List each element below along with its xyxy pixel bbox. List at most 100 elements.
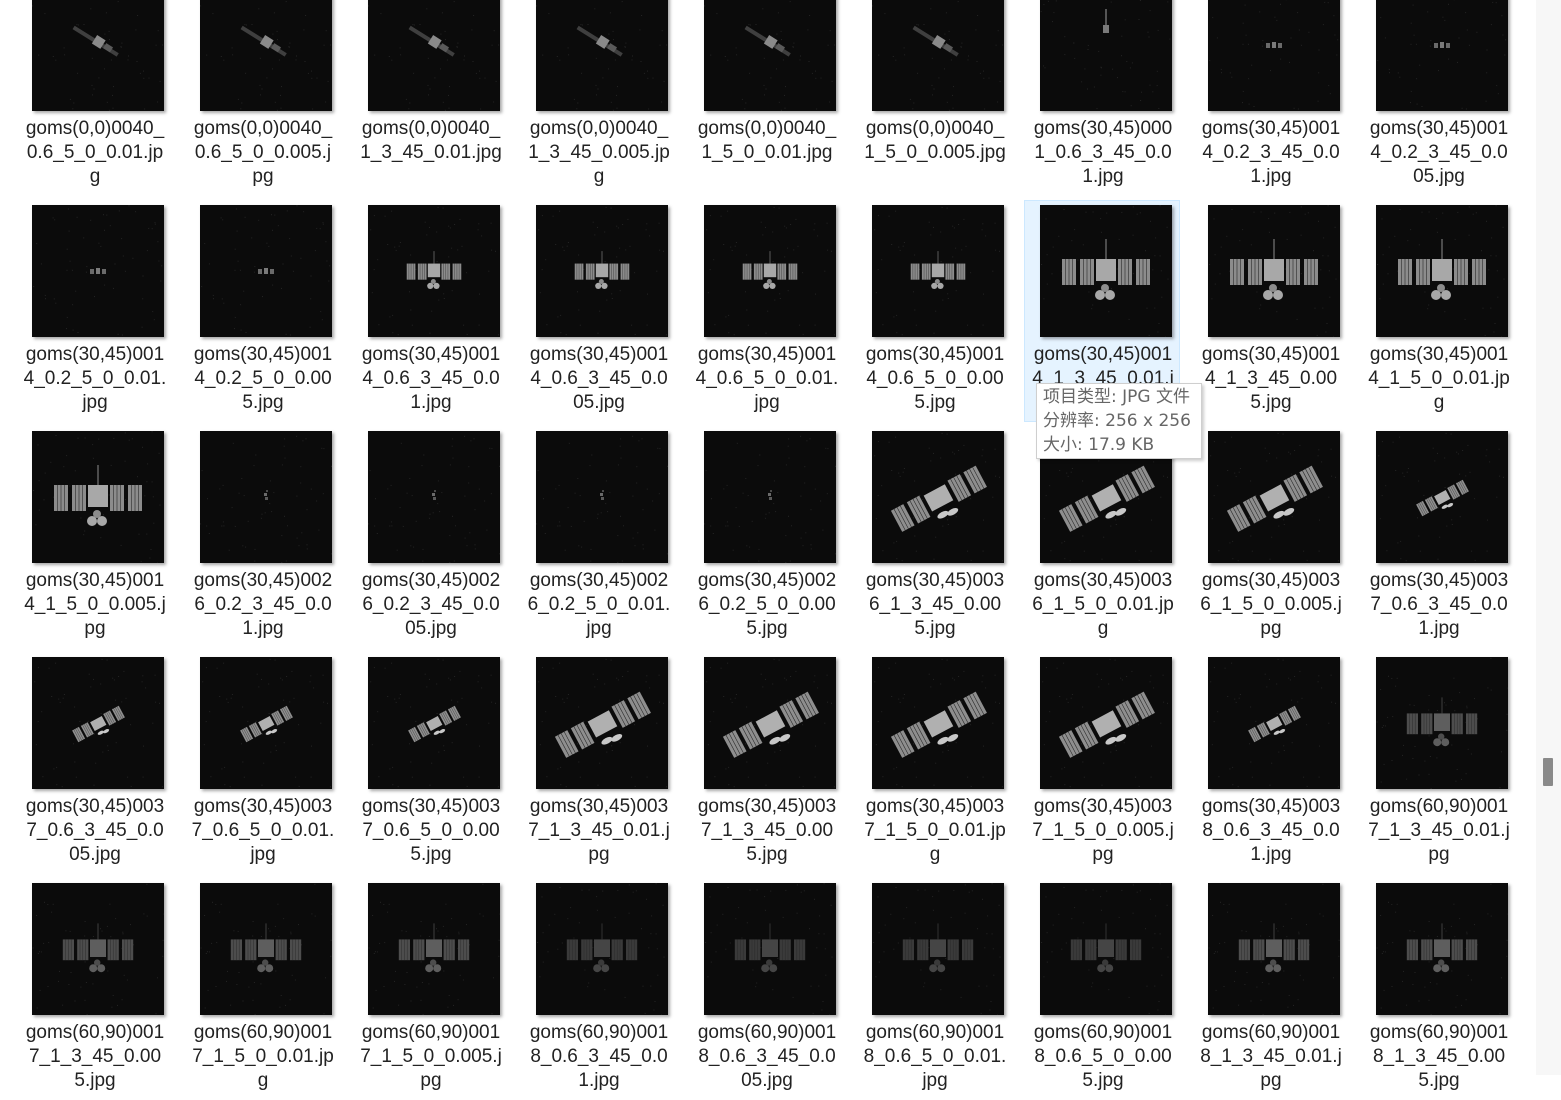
file-item[interactable]: goms(30,45)0037_1_5_0_0.01.jpg <box>856 652 1012 874</box>
image-thumbnail-icon[interactable] <box>1376 0 1508 111</box>
file-item[interactable]: goms(0,0)0040_0.6_5_0_0.01.jpg <box>16 0 172 196</box>
image-thumbnail-icon[interactable] <box>872 0 1004 111</box>
file-item[interactable]: goms(60,90)0017_1_3_45_0.005.jpg <box>16 878 172 1100</box>
file-item[interactable]: goms(0,0)0040_0.6_5_0_0.005.jpg <box>184 0 340 196</box>
image-thumbnail-icon[interactable] <box>872 205 1004 337</box>
file-name[interactable]: goms(60,90)0018_1_3_45_0.005.jpg <box>1361 1021 1517 1093</box>
file-item[interactable]: goms(30,45)0014_0.6_3_45_0.005.jpg <box>520 200 676 422</box>
scrollbar-thumb[interactable] <box>1543 758 1553 786</box>
file-item[interactable]: goms(30,45)0014_1_3_45_0.005.jpg <box>1192 200 1348 422</box>
file-name[interactable]: goms(30,45)0036_1_5_0_0.005.jpg <box>1193 569 1349 641</box>
file-item[interactable]: goms(30,45)0038_0.6_3_45_0.01.jpg <box>1192 652 1348 874</box>
file-name[interactable]: goms(30,45)0014_0.6_3_45_0.005.jpg <box>521 343 677 415</box>
file-item[interactable]: goms(0,0)0040_1_5_0_0.01.jpg <box>688 0 844 196</box>
file-item[interactable]: goms(30,45)0037_0.6_3_45_0.01.jpg <box>1360 426 1516 648</box>
file-item[interactable]: goms(60,90)0017_1_5_0_0.01.jpg <box>184 878 340 1100</box>
file-item[interactable]: goms(0,0)0040_1_5_0_0.005.jpg <box>856 0 1012 196</box>
image-thumbnail-icon[interactable] <box>368 431 500 563</box>
file-name[interactable]: goms(30,45)0014_0.6_3_45_0.01.jpg <box>353 343 509 415</box>
file-name[interactable]: goms(60,90)0017_1_3_45_0.005.jpg <box>17 1021 173 1093</box>
file-name[interactable]: goms(60,90)0017_1_5_0_0.01.jpg <box>185 1021 341 1093</box>
image-thumbnail-icon[interactable] <box>536 657 668 789</box>
file-name[interactable]: goms(30,45)0037_1_5_0_0.01.jpg <box>857 795 1013 867</box>
vertical-scrollbar[interactable] <box>1536 0 1561 1075</box>
file-name[interactable]: goms(30,45)0038_0.6_3_45_0.01.jpg <box>1193 795 1349 867</box>
image-thumbnail-icon[interactable] <box>368 657 500 789</box>
file-item[interactable]: goms(30,45)0001_0.6_3_45_0.01.jpg <box>1024 0 1180 196</box>
file-item[interactable]: goms(30,45)0037_0.6_5_0_0.01.jpg <box>184 652 340 874</box>
file-item[interactable]: goms(60,90)0018_0.6_5_0_0.01.jpg <box>856 878 1012 1100</box>
file-item[interactable]: goms(30,45)0036_1_5_0_0.005.jpg <box>1192 426 1348 648</box>
file-name[interactable]: goms(60,90)0017_1_5_0_0.005.jpg <box>353 1021 509 1093</box>
file-name[interactable]: goms(30,45)0037_0.6_3_45_0.005.jpg <box>17 795 173 867</box>
image-thumbnail-icon[interactable] <box>1208 431 1340 563</box>
file-item[interactable]: goms(60,90)0018_1_3_45_0.01.jpg <box>1192 878 1348 1100</box>
file-item[interactable]: goms(60,90)0018_1_3_45_0.005.jpg <box>1360 878 1516 1100</box>
image-thumbnail-icon[interactable] <box>32 0 164 111</box>
file-item[interactable]: goms(30,45)0037_1_5_0_0.005.jpg <box>1024 652 1180 874</box>
file-name[interactable]: goms(30,45)0026_0.2_3_45_0.01.jpg <box>185 569 341 641</box>
image-thumbnail-icon[interactable] <box>368 205 500 337</box>
file-item[interactable]: goms(60,90)0018_0.6_5_0_0.005.jpg <box>1024 878 1180 1100</box>
image-thumbnail-icon[interactable] <box>704 883 836 1015</box>
file-name[interactable]: goms(30,45)0037_1_3_45_0.01.jpg <box>521 795 677 867</box>
file-name[interactable]: goms(30,45)0026_0.2_3_45_0.005.jpg <box>353 569 509 641</box>
image-thumbnail-icon[interactable] <box>704 657 836 789</box>
file-name[interactable]: goms(30,45)0036_1_3_45_0.005.jpg <box>857 569 1013 641</box>
file-name[interactable]: goms(60,90)0018_1_3_45_0.01.jpg <box>1193 1021 1349 1093</box>
file-name[interactable]: goms(30,45)0037_0.6_5_0_0.005.jpg <box>353 795 509 867</box>
file-item[interactable]: goms(30,45)0014_0.2_5_0_0.005.jpg <box>184 200 340 422</box>
file-item[interactable]: goms(30,45)0014_1_5_0_0.005.jpg <box>16 426 172 648</box>
image-thumbnail-icon[interactable] <box>368 0 500 111</box>
image-thumbnail-icon[interactable] <box>32 205 164 337</box>
file-name[interactable]: goms(0,0)0040_1_5_0_0.01.jpg <box>689 117 845 189</box>
file-item[interactable]: goms(30,45)0014_0.2_5_0_0.01.jpg <box>16 200 172 422</box>
image-thumbnail-icon[interactable] <box>368 883 500 1015</box>
file-name[interactable]: goms(0,0)0040_1_5_0_0.005.jpg <box>857 117 1013 189</box>
image-thumbnail-icon[interactable] <box>32 431 164 563</box>
file-item[interactable]: goms(30,45)0037_1_3_45_0.005.jpg <box>688 652 844 874</box>
image-thumbnail-icon[interactable] <box>1208 0 1340 111</box>
file-item[interactable]: goms(60,90)0017_1_5_0_0.005.jpg <box>352 878 508 1100</box>
file-item[interactable]: goms(30,45)0026_0.2_5_0_0.005.jpg <box>688 426 844 648</box>
image-thumbnail-icon[interactable] <box>1040 883 1172 1015</box>
file-item[interactable]: goms(30,45)0014_0.6_3_45_0.01.jpg <box>352 200 508 422</box>
image-thumbnail-icon[interactable] <box>200 883 332 1015</box>
file-name[interactable]: goms(0,0)0040_1_3_45_0.01.jpg <box>353 117 509 189</box>
file-item[interactable]: goms(60,90)0018_0.6_3_45_0.005.jpg <box>688 878 844 1100</box>
file-name[interactable]: goms(30,45)0014_0.2_5_0_0.005.jpg <box>185 343 341 415</box>
file-name[interactable]: goms(30,45)0036_1_5_0_0.01.jpg <box>1025 569 1181 641</box>
file-item[interactable]: goms(30,45)0014_0.2_3_45_0.01.jpg <box>1192 0 1348 196</box>
file-item[interactable]: goms(30,45)0026_0.2_3_45_0.01.jpg <box>184 426 340 648</box>
image-thumbnail-icon[interactable] <box>704 0 836 111</box>
file-item[interactable]: goms(30,45)0037_0.6_3_45_0.005.jpg <box>16 652 172 874</box>
file-name[interactable]: goms(30,45)0014_0.2_3_45_0.01.jpg <box>1193 117 1349 189</box>
image-thumbnail-icon[interactable] <box>872 657 1004 789</box>
image-thumbnail-icon[interactable] <box>704 431 836 563</box>
file-item[interactable]: goms(30,45)0014_0.6_5_0_0.005.jpg <box>856 200 1012 422</box>
image-thumbnail-icon[interactable] <box>1376 205 1508 337</box>
file-item[interactable]: goms(30,45)0014_0.2_3_45_0.005.jpg <box>1360 0 1516 196</box>
image-thumbnail-icon[interactable] <box>1040 205 1172 337</box>
file-name[interactable]: goms(60,90)0018_0.6_5_0_0.005.jpg <box>1025 1021 1181 1093</box>
file-name[interactable]: goms(30,45)0014_0.2_5_0_0.01.jpg <box>17 343 173 415</box>
image-thumbnail-icon[interactable] <box>1040 0 1172 111</box>
file-item[interactable]: goms(30,45)0026_0.2_3_45_0.005.jpg <box>352 426 508 648</box>
file-name[interactable]: goms(0,0)0040_0.6_5_0_0.01.jpg <box>17 117 173 189</box>
file-name[interactable]: goms(60,90)0018_0.6_3_45_0.01.jpg <box>521 1021 677 1093</box>
file-name[interactable]: goms(60,90)0018_0.6_3_45_0.005.jpg <box>689 1021 845 1093</box>
file-item[interactable]: goms(0,0)0040_1_3_45_0.005.jpg <box>520 0 676 196</box>
file-name[interactable]: goms(30,45)0014_1_3_45_0.005.jpg <box>1193 343 1349 415</box>
image-thumbnail-icon[interactable] <box>32 883 164 1015</box>
file-name[interactable]: goms(30,45)0001_0.6_3_45_0.01.jpg <box>1025 117 1181 189</box>
image-thumbnail-icon[interactable] <box>32 657 164 789</box>
image-thumbnail-icon[interactable] <box>704 205 836 337</box>
image-thumbnail-icon[interactable] <box>536 205 668 337</box>
file-name[interactable]: goms(30,45)0037_1_5_0_0.005.jpg <box>1025 795 1181 867</box>
file-item[interactable]: goms(30,45)0037_0.6_5_0_0.005.jpg <box>352 652 508 874</box>
file-item[interactable]: goms(30,45)0036_1_5_0_0.01.jpg <box>1024 426 1180 648</box>
file-name[interactable]: goms(30,45)0014_0.6_5_0_0.01.jpg <box>689 343 845 415</box>
file-item[interactable]: goms(30,45)0014_1_5_0_0.01.jpg <box>1360 200 1516 422</box>
file-name[interactable]: goms(30,45)0037_1_3_45_0.005.jpg <box>689 795 845 867</box>
file-name[interactable]: goms(30,45)0026_0.2_5_0_0.005.jpg <box>689 569 845 641</box>
